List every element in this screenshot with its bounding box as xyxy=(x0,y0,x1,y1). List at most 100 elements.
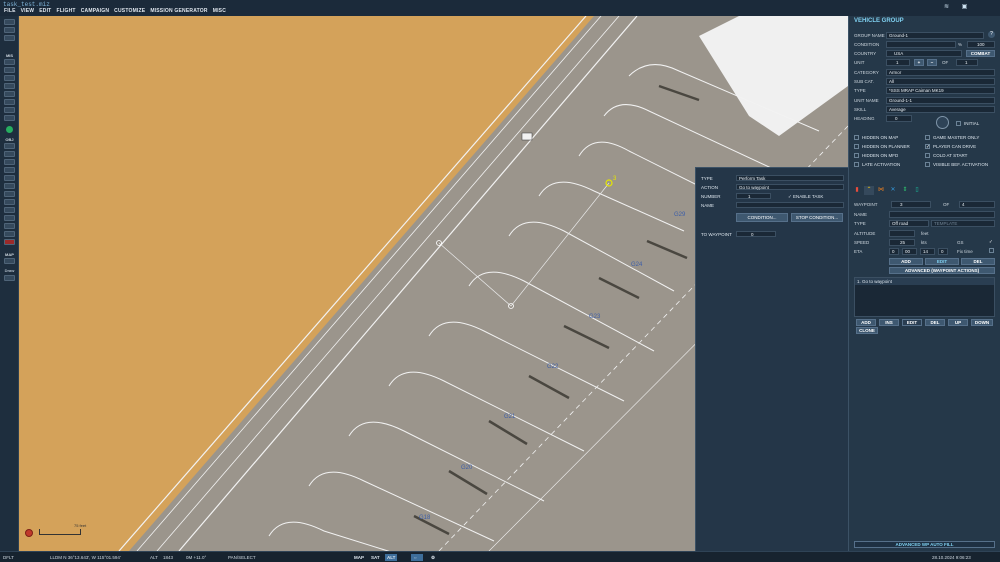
obj-delete-icon[interactable] xyxy=(4,239,15,245)
condition-stepper[interactable]: 100 xyxy=(967,41,995,48)
stop-condition-button[interactable]: STOP CONDITION... xyxy=(791,213,843,222)
open-icon[interactable] xyxy=(4,27,15,33)
wp-name-input[interactable] xyxy=(889,211,995,218)
tab-targets-icon[interactable]: ⋈ xyxy=(876,186,886,195)
subcat-select[interactable]: All xyxy=(886,78,995,85)
mis-tool-7-icon[interactable] xyxy=(4,107,15,113)
visible-before-activation-checkbox[interactable]: VISIBLE BEF. ACTIVATION xyxy=(925,162,988,168)
hidden-on-map-checkbox[interactable]: HIDDEN ON MAP xyxy=(854,135,898,141)
help-icon[interactable]: ? xyxy=(988,31,995,38)
obj-tool-8-icon[interactable] xyxy=(4,199,15,205)
hidden-on-planner-checkbox[interactable]: HIDDEN ON PLANNER xyxy=(854,144,910,150)
map-mode-button[interactable]: MAP xyxy=(352,554,366,561)
action-ins-button[interactable]: INS xyxy=(879,319,899,326)
eta-days[interactable]: 0 xyxy=(889,248,899,255)
menu-flight[interactable]: FLIGHT xyxy=(56,8,75,16)
condition-button[interactable]: CONDITION... xyxy=(736,213,788,222)
map-arrows-icon[interactable] xyxy=(4,275,15,281)
wp-edit-button[interactable]: EDIT xyxy=(925,258,959,265)
eta-hours[interactable]: 00 xyxy=(902,248,917,255)
task-name-input[interactable] xyxy=(736,202,844,208)
alt-mode-button[interactable]: ALT xyxy=(385,554,398,561)
obj-tool-6-icon[interactable] xyxy=(4,183,15,189)
mis-tool-3-icon[interactable] xyxy=(4,75,15,81)
menu-view[interactable]: VIEW xyxy=(21,8,35,16)
game-master-only-checkbox[interactable]: GAME MASTER ONLY xyxy=(925,135,979,141)
mis-tool-5-icon[interactable] xyxy=(4,91,15,97)
group-name-input[interactable]: Ground-1 xyxy=(886,32,984,39)
obj-tool-12-icon[interactable] xyxy=(4,231,15,237)
action-clone-button[interactable]: CLONE xyxy=(856,327,878,334)
mis-tool-4-icon[interactable] xyxy=(4,83,15,89)
obj-tool-10-icon[interactable] xyxy=(4,215,15,221)
action-del-button[interactable]: DEL xyxy=(925,319,945,326)
advanced-waypoint-actions-button[interactable]: ADVANCED (WAYPOINT ACTIONS) xyxy=(889,267,995,274)
menu-misc[interactable]: MISC xyxy=(213,8,226,16)
unit-add-button[interactable]: + xyxy=(914,59,924,66)
mis-tool-1-icon[interactable] xyxy=(4,59,15,65)
tab-summary-icon[interactable]: ▯ xyxy=(912,186,922,195)
menu-campaign[interactable]: CAMPAIGN xyxy=(81,8,109,16)
to-waypoint-stepper[interactable]: 0 xyxy=(736,231,776,237)
obj-plane-icon[interactable] xyxy=(4,143,15,149)
combat-button[interactable]: COMBAT xyxy=(966,50,995,57)
action-down-button[interactable]: DOWN xyxy=(971,319,993,326)
obj-tool-11-icon[interactable] xyxy=(4,223,15,229)
menu-mission-generator[interactable]: MISSION GENERATOR xyxy=(150,8,207,16)
list-item[interactable]: 1. Go to waypoint xyxy=(855,278,994,285)
sat-mode-button[interactable]: SAT xyxy=(369,554,382,561)
altitude-input[interactable] xyxy=(889,230,915,237)
country-select[interactable]: USA xyxy=(886,50,962,57)
menu-edit[interactable]: EDIT xyxy=(39,8,51,16)
late-activation-checkbox[interactable]: LATE ACTIVATION xyxy=(854,162,900,168)
template-select[interactable]: TEMPLATE xyxy=(931,220,995,227)
toggle-panel-icon[interactable]: ▣ xyxy=(960,3,969,11)
type-select[interactable]: *SSS MRAP Caiman MK19 xyxy=(886,87,995,94)
heading-dial-icon[interactable] xyxy=(936,116,949,129)
tab-triggers-icon[interactable]: ✕ xyxy=(888,186,898,195)
tab-route-icon[interactable]: ▮ xyxy=(852,186,862,195)
skill-select[interactable]: Average xyxy=(886,106,995,113)
hidden-on-mfd-checkbox[interactable]: HIDDEN ON MFD xyxy=(854,153,898,159)
settings-icon[interactable]: ⚙ xyxy=(429,554,437,561)
wifi-icon[interactable]: ≋ xyxy=(942,3,951,11)
unit-stepper[interactable]: 1 xyxy=(886,59,910,66)
action-up-button[interactable]: UP xyxy=(948,319,968,326)
cold-at-start-checkbox[interactable]: COLD AT START xyxy=(925,153,967,159)
mis-tool-6-icon[interactable] xyxy=(4,99,15,105)
enable-task-checkbox[interactable]: ✓ ENABLE TASK xyxy=(788,194,823,200)
action-edit-button[interactable]: EDIT xyxy=(902,319,922,326)
record-icon[interactable] xyxy=(25,529,33,537)
draw-button[interactable]: Draw xyxy=(0,268,19,273)
speed-stepper[interactable]: 25 xyxy=(889,239,915,246)
unit-remove-button[interactable]: − xyxy=(927,59,937,66)
measure-icon[interactable]: ⇔ xyxy=(411,554,423,561)
heading-stepper[interactable]: 0 xyxy=(886,115,912,122)
tab-payload-icon[interactable]: ⇕ xyxy=(900,186,910,195)
action-add-button[interactable]: ADD xyxy=(856,319,876,326)
gs-checkbox[interactable]: ✓ xyxy=(989,239,993,245)
status-ok-icon[interactable] xyxy=(6,126,13,133)
category-select[interactable]: Armor xyxy=(886,69,995,76)
obj-helicopter-icon[interactable] xyxy=(4,151,15,157)
task-type-select[interactable]: Perform Task xyxy=(736,175,844,181)
mis-tool-2-icon[interactable] xyxy=(4,67,15,73)
unit-name-input[interactable]: Ground-1-1 xyxy=(886,97,995,104)
task-number-stepper[interactable]: 1 xyxy=(736,193,771,199)
obj-vehicle-icon[interactable] xyxy=(4,167,15,173)
menu-customize[interactable]: CUSTOMIZE xyxy=(114,8,145,16)
fix-time-checkbox[interactable] xyxy=(989,248,997,254)
menu-file[interactable]: FILE xyxy=(4,8,16,16)
folder-icon[interactable] xyxy=(4,35,15,41)
save-icon[interactable] xyxy=(4,19,15,25)
waypoint-stepper[interactable]: 3 xyxy=(891,201,931,208)
eta-minutes[interactable]: 14 xyxy=(920,248,935,255)
mis-tool-8-icon[interactable] xyxy=(4,115,15,121)
initial-checkbox[interactable]: INITIAL xyxy=(956,121,979,127)
wp-add-button[interactable]: ADD xyxy=(889,258,923,265)
player-can-drive-checkbox[interactable]: ✓ PLAYER CAN DRIVE xyxy=(925,144,976,150)
wp-del-button[interactable]: DEL xyxy=(961,258,995,265)
tab-waypoint-icon[interactable]: ⌃ xyxy=(864,186,874,195)
waypoint-actions-list[interactable]: 1. Go to waypoint xyxy=(854,277,995,317)
condition-bar[interactable] xyxy=(886,41,956,48)
